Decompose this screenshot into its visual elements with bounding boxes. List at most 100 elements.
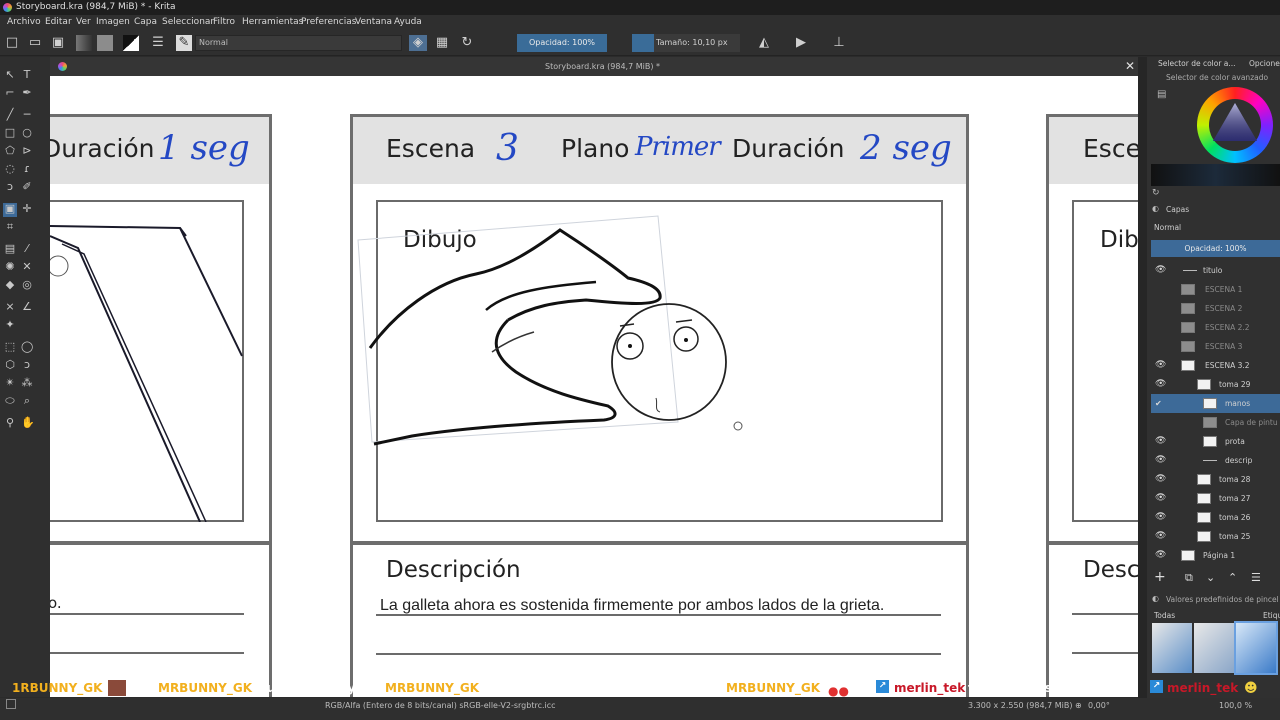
- visibility-eye-icon[interactable]: 👁: [1155, 546, 1166, 565]
- polyline-tool-icon[interactable]: ⊳: [21, 145, 33, 157]
- brush-preset-1[interactable]: [1152, 623, 1192, 673]
- hand-sketch[interactable]: [356, 212, 776, 452]
- line-tool-icon[interactable]: ─: [21, 109, 33, 121]
- layer-row-escena-1[interactable]: ESCENA 1: [1151, 280, 1280, 299]
- assistant-tool-icon[interactable]: ⨯: [4, 301, 16, 313]
- rectangle-tool-icon[interactable]: □: [4, 127, 16, 139]
- smart-patch-icon[interactable]: ✕: [21, 261, 33, 273]
- layer-row-descrip[interactable]: 👁 descrip: [1151, 451, 1280, 470]
- magnetic-select-icon[interactable]: ⌕: [21, 395, 33, 407]
- ellipse-tool-icon[interactable]: ○: [21, 127, 33, 139]
- color-settings-icon[interactable]: ▤: [1157, 89, 1166, 100]
- contiguous-select-icon[interactable]: ✴: [4, 377, 16, 389]
- move-layer-up-icon[interactable]: ⌃: [1228, 571, 1237, 584]
- layer-row-escena-3[interactable]: ESCENA 3: [1151, 337, 1280, 356]
- visibility-eye-icon[interactable]: 👁: [1155, 470, 1166, 489]
- layers-opacity-slider[interactable]: Opacidad: 100%: [1151, 240, 1280, 257]
- layer-row-escena-3-2[interactable]: 👁 ESCENA 3.2: [1151, 356, 1280, 375]
- menu-editar[interactable]: Editar: [45, 15, 72, 30]
- visibility-eye-icon[interactable]: 👁: [1155, 261, 1166, 280]
- rotation-status[interactable]: 0,00°: [1088, 698, 1110, 714]
- color-space-status[interactable]: RGB/Alfa (Entero de 8 bits/canal) sRGB-e…: [325, 698, 556, 714]
- canvas[interactable]: Duración 1 seg o. Escena 3 Plano Primer …: [50, 76, 1138, 697]
- layer-row-toma-26[interactable]: 👁 toma 26: [1151, 508, 1280, 527]
- new-document-icon[interactable]: □: [4, 35, 20, 51]
- blend-mode-select[interactable]: Normal: [195, 35, 402, 51]
- close-document-icon[interactable]: ✕: [1125, 57, 1135, 76]
- ellipse-select-icon[interactable]: ◯: [21, 341, 33, 353]
- bezier-select-icon[interactable]: ⬭: [4, 395, 16, 407]
- layer-row-toma-29[interactable]: 👁 toma 29: [1151, 375, 1280, 394]
- text-tool-icon[interactable]: T: [21, 69, 33, 81]
- visibility-eye-icon[interactable]: 👁: [1155, 451, 1166, 470]
- color-selector-tab[interactable]: Selector de color a...: [1158, 59, 1236, 68]
- layer-row-toma-27[interactable]: 👁 toma 27: [1151, 489, 1280, 508]
- wrap-around-icon[interactable]: ⊥: [831, 35, 847, 51]
- layer-row-pagina-1[interactable]: 👁 Página 1: [1151, 546, 1280, 565]
- enclose-fill-icon[interactable]: ◎: [21, 279, 33, 291]
- visibility-eye-icon[interactable]: 👁: [1155, 375, 1166, 394]
- menu-herramientas[interactable]: Herramientas: [242, 15, 303, 30]
- menu-imagen[interactable]: Imagen: [96, 15, 130, 30]
- save-icon[interactable]: ▣: [50, 35, 66, 51]
- reference-tool-icon[interactable]: ✦: [4, 319, 16, 331]
- options-tab[interactable]: Opcione: [1249, 59, 1280, 68]
- freehand-path-icon[interactable]: ɾ: [21, 163, 33, 175]
- layer-row-toma-28[interactable]: 👁 toma 28: [1151, 470, 1280, 489]
- fg-bg-color-icon[interactable]: [123, 35, 139, 51]
- layers-blend-mode[interactable]: Normal: [1154, 223, 1181, 232]
- menu-capa[interactable]: Capa: [134, 15, 157, 30]
- duplicate-layer-icon[interactable]: ⧉: [1185, 571, 1193, 585]
- fill-tool-icon[interactable]: ◆: [4, 279, 16, 291]
- mirror-horizontal-icon[interactable]: ◭: [756, 35, 772, 51]
- brush-size-slider[interactable]: Tamaño: 10,10 px: [654, 34, 740, 52]
- brush-preset-3[interactable]: [1234, 621, 1278, 675]
- move-tool-icon[interactable]: ✛: [21, 203, 33, 215]
- layer-menu-icon[interactable]: ☰: [1251, 571, 1261, 584]
- dynamic-brush-icon[interactable]: ↄ: [4, 181, 16, 193]
- brush-filter-select[interactable]: Todas: [1154, 611, 1175, 620]
- add-layer-icon[interactable]: +: [1154, 569, 1166, 585]
- canvas-scrollbar[interactable]: [1138, 57, 1147, 698]
- brush-settings-icon[interactable]: ☰: [150, 35, 166, 51]
- pattern-swatch-icon[interactable]: [97, 35, 113, 51]
- menu-ver[interactable]: Ver: [76, 15, 91, 30]
- calligraphy-icon[interactable]: ✒: [21, 87, 33, 99]
- rect-select-icon[interactable]: ⬚: [4, 341, 16, 353]
- visibility-check-icon[interactable]: ✔: [1155, 394, 1162, 413]
- preserve-alpha-icon[interactable]: ▦: [434, 35, 450, 51]
- select-shapes-icon[interactable]: ↖: [4, 69, 16, 81]
- brush-preset-icon[interactable]: ✎: [176, 35, 192, 51]
- freehand-select-icon[interactable]: ↄ: [21, 359, 33, 371]
- color-picker-icon[interactable]: ⁄: [21, 243, 33, 255]
- pan-tool-icon[interactable]: ✋: [21, 417, 35, 429]
- menu-preferencias[interactable]: Preferencias: [301, 15, 356, 30]
- layer-row-escena-2[interactable]: ESCENA 2: [1151, 299, 1280, 318]
- visibility-eye-icon[interactable]: 👁: [1155, 508, 1166, 527]
- freehand-brush-icon[interactable]: ╱: [4, 109, 16, 121]
- visibility-eye-icon[interactable]: 👁: [1155, 432, 1166, 451]
- measure-tool-icon[interactable]: ∠: [21, 301, 33, 313]
- layer-row-toma-25[interactable]: 👁 toma 25: [1151, 527, 1280, 546]
- polygon-select-icon[interactable]: ⬡: [4, 359, 16, 371]
- transform-tool-icon[interactable]: ▣: [3, 203, 17, 217]
- menu-filtro[interactable]: Filtro: [213, 15, 235, 30]
- move-layer-down-icon[interactable]: ⌄: [1206, 571, 1215, 584]
- reload-preset-icon[interactable]: ↻: [459, 35, 475, 51]
- menu-archivo[interactable]: Archivo: [7, 15, 41, 30]
- edit-shapes-icon[interactable]: ⌐: [4, 87, 16, 99]
- polygon-tool-icon[interactable]: ⬠: [4, 145, 16, 157]
- menu-ayuda[interactable]: Ayuda: [394, 15, 422, 30]
- multibrush-icon[interactable]: ✐: [21, 181, 33, 193]
- visibility-eye-icon[interactable]: 👁: [1155, 527, 1166, 546]
- layer-row-escena-2-2[interactable]: ESCENA 2.2: [1151, 318, 1280, 337]
- zoom-status[interactable]: 100,0 %: [1219, 698, 1252, 714]
- visibility-eye-icon[interactable]: 👁: [1155, 356, 1166, 375]
- layer-row-prota[interactable]: 👁 prota: [1151, 432, 1280, 451]
- similar-select-icon[interactable]: ⁂: [21, 377, 33, 389]
- colorize-mask-icon[interactable]: ✺: [4, 261, 16, 273]
- layer-row-manos[interactable]: ✔ manos: [1151, 394, 1280, 413]
- selection-status-icon[interactable]: [6, 699, 16, 709]
- visibility-eye-icon[interactable]: 👁: [1155, 489, 1166, 508]
- layer-row-titulo[interactable]: 👁 titulo: [1151, 261, 1280, 280]
